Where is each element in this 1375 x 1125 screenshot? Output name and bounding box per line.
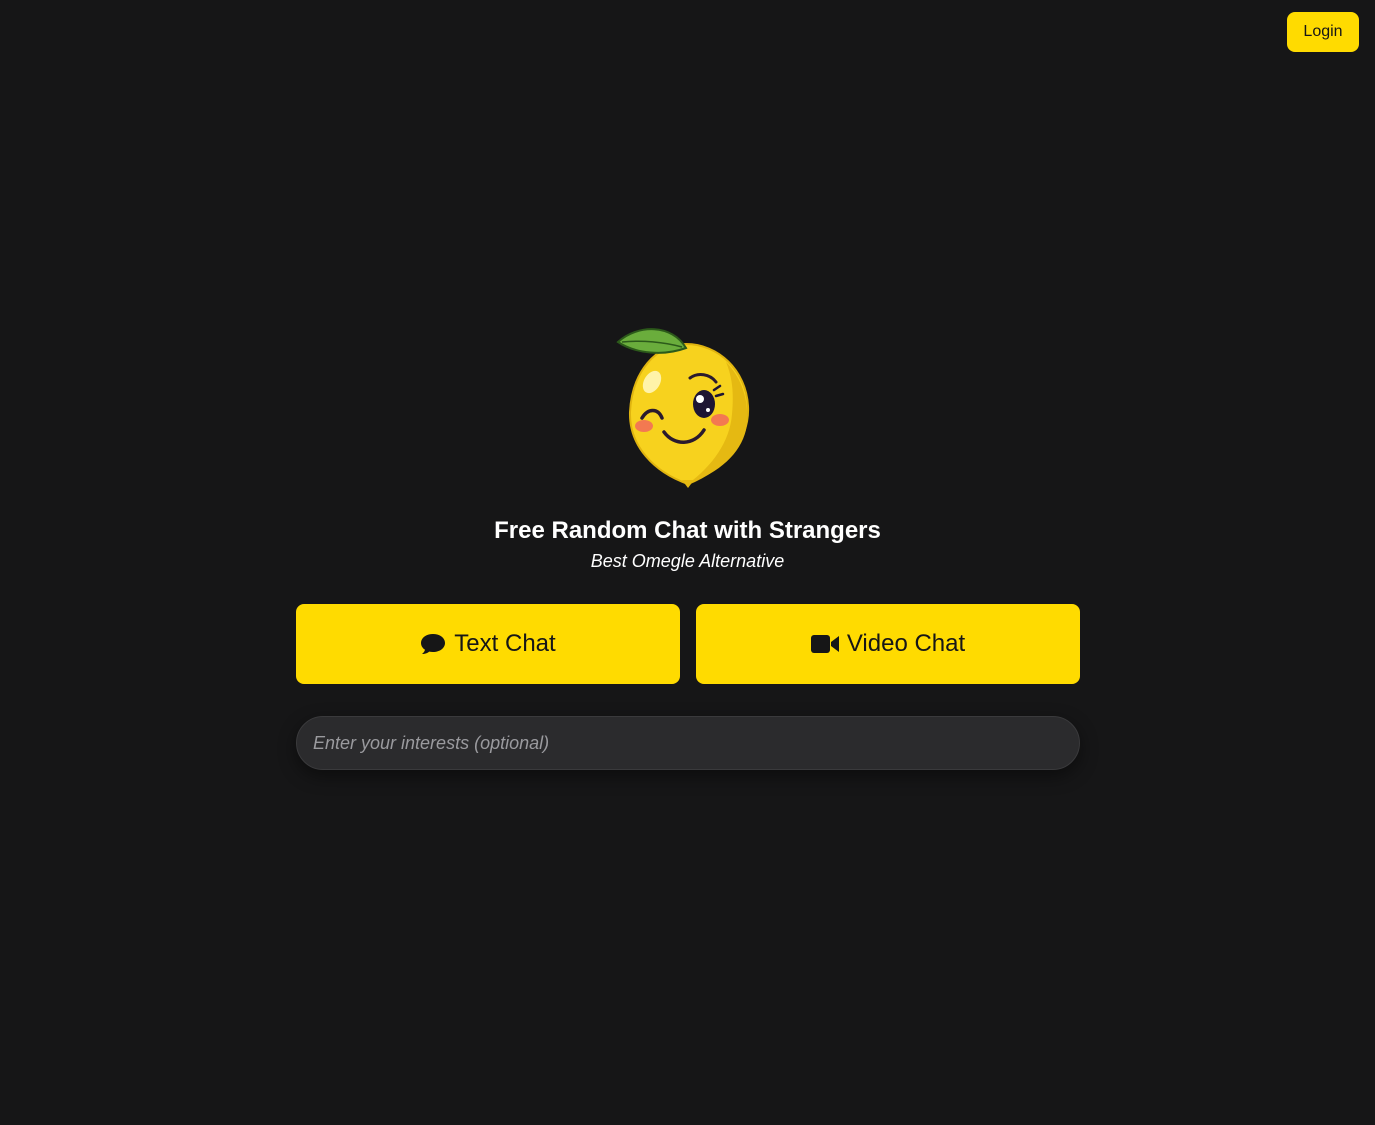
hero-section: Free Random Chat with Strangers Best Ome… [0, 322, 1375, 572]
landing-page: Login Free Random Chat with Strangers Be… [0, 0, 1375, 1125]
text-chat-button[interactable]: Text Chat [296, 604, 680, 684]
video-chat-button[interactable]: Video Chat [696, 604, 1080, 684]
video-camera-icon [810, 635, 839, 653]
interests-input[interactable] [296, 716, 1080, 770]
login-button[interactable]: Login [1287, 12, 1359, 52]
video-chat-label: Video Chat [846, 630, 966, 657]
page-subtitle: Best Omegle Alternative [590, 551, 785, 571]
chat-mode-buttons: Text Chat Video Chat [296, 604, 1080, 684]
lemon-mascot-icon [615, 328, 749, 488]
page-title: Free Random Chat with Strangers [494, 517, 881, 544]
speech-bubble-icon [421, 634, 446, 654]
text-chat-label: Text Chat [454, 630, 556, 657]
